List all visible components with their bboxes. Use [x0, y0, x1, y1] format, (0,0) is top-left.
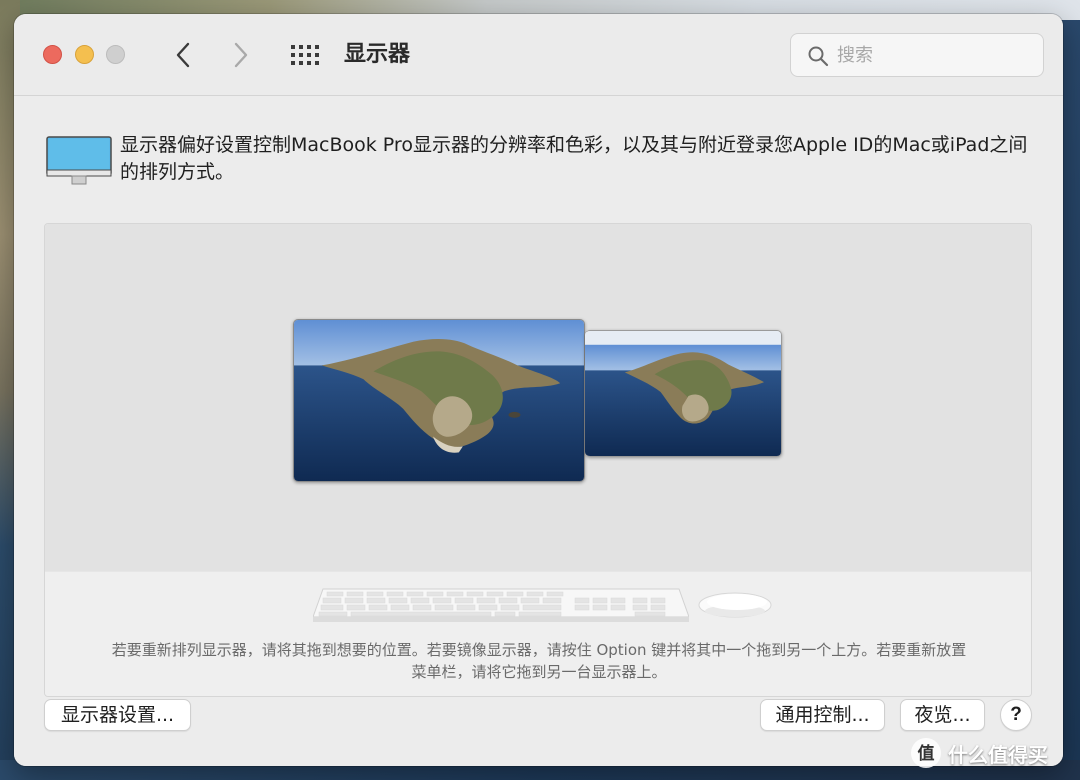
title-bar: 显示器 [14, 14, 1063, 96]
search-icon [808, 46, 829, 67]
close-button[interactable] [43, 45, 62, 64]
night-shift-button[interactable]: 夜览... [900, 699, 985, 731]
preferences-window: 显示器 显示器偏好设置控制MacBook Pro显示器的分辨率和色彩，以及其与附… [14, 14, 1063, 766]
watermark: 值 什么值得买 [910, 735, 1076, 771]
arrangement-canvas [45, 224, 1031, 571]
display-settings-button[interactable]: 显示器设置... [44, 699, 191, 731]
chevron-left-icon [176, 42, 190, 68]
arrangement-footer: 若要重新排列显示器，请将其拖到想要的位置。若要镜像显示器，请按住 Option … [45, 571, 1031, 696]
grid-icon [291, 45, 319, 65]
window-title: 显示器 [344, 42, 411, 67]
minimize-button[interactable] [75, 45, 94, 64]
watermark-text: 什么值得买 [948, 742, 1048, 767]
chevron-right-icon [234, 42, 248, 68]
keyboard-icon [313, 588, 689, 622]
zoom-button[interactable] [106, 45, 125, 64]
search-field[interactable] [790, 33, 1044, 77]
back-button[interactable] [166, 38, 200, 72]
content-area: 显示器偏好设置控制MacBook Pro显示器的分辨率和色彩，以及其与附近登录您… [14, 96, 1063, 766]
universal-control-button[interactable]: 通用控制... [760, 699, 885, 731]
mouse-icon [698, 592, 772, 618]
watermark-logo-icon: 值 [911, 738, 941, 768]
svg-text:值: 值 [918, 743, 935, 764]
show-all-button[interactable] [288, 41, 322, 69]
description-text: 显示器偏好设置控制MacBook Pro显示器的分辨率和色彩，以及其与附近登录您… [120, 134, 1028, 183]
display-icon [46, 136, 112, 185]
search-input[interactable] [837, 42, 1033, 68]
arrangement-hint: 若要重新排列显示器，请将其拖到想要的位置。若要镜像显示器，请按住 Option … [111, 641, 967, 681]
wallpaper-thumbnail [585, 331, 781, 456]
wallpaper-thumbnail [294, 320, 584, 481]
display-arrangement-panel: 若要重新排列显示器，请将其拖到想要的位置。若要镜像显示器，请按住 Option … [44, 223, 1032, 697]
main-display[interactable] [293, 319, 585, 482]
help-button[interactable]: ? [1000, 699, 1032, 731]
forward-button[interactable] [224, 38, 258, 72]
secondary-display[interactable] [585, 330, 782, 457]
